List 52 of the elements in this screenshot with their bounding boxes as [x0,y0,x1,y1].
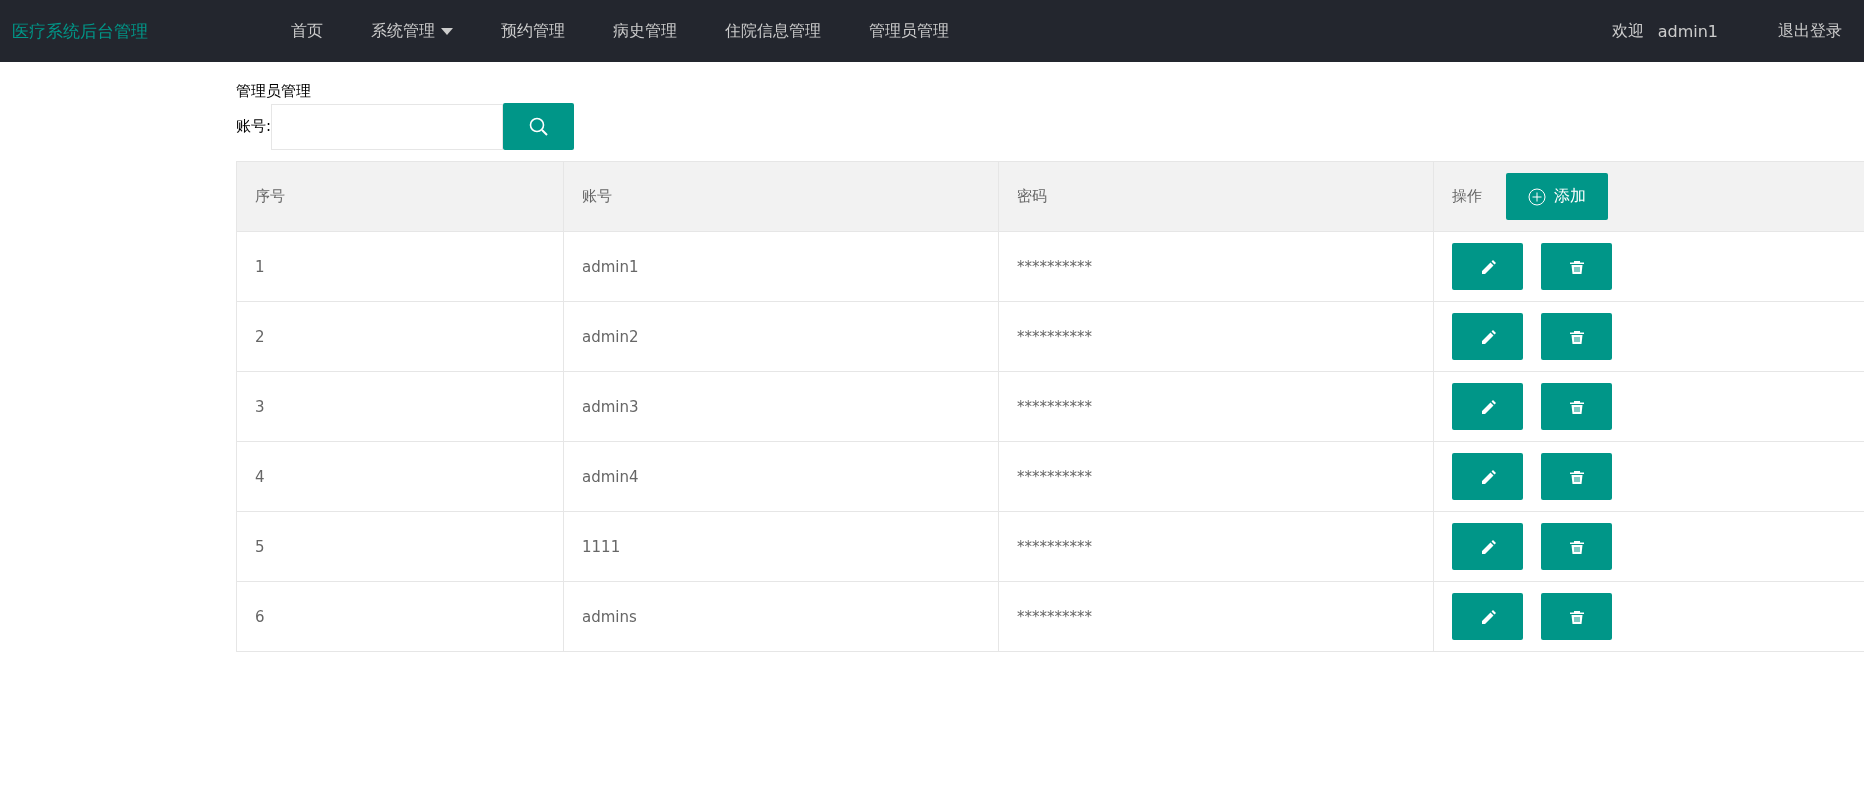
column-header: 序号 [236,161,564,232]
page-title: 管理员管理 [236,82,312,101]
edit-button[interactable] [1452,523,1523,570]
add-button[interactable]: 添加 [1506,173,1608,220]
delete-button[interactable] [1541,593,1612,640]
nav-item[interactable]: 住院信息管理 [701,0,845,62]
table-cell: admin1 [563,231,999,302]
table-cell: 5 [236,511,564,582]
table-cell: ********** [998,301,1434,372]
table-cell: admin3 [563,371,999,442]
search-icon [528,116,549,137]
account-input-field[interactable] [271,103,504,150]
table-cell: ********** [998,231,1434,302]
search-button[interactable] [503,103,575,150]
table-cell: 1111 [563,511,999,582]
delete-button[interactable] [1541,243,1612,290]
table-cell: ********** [998,581,1434,652]
table-cell: ********** [998,441,1434,512]
edit-button[interactable] [1452,453,1523,500]
edit-button[interactable] [1452,593,1523,640]
brand-title: 医疗系统后台管理 [12,19,149,43]
table-cell: admin4 [563,441,999,512]
delete-button[interactable] [1541,453,1612,500]
edit-button[interactable] [1452,383,1523,430]
table-cell: admins [563,581,999,652]
table-cell: admin2 [563,301,999,372]
nav-item[interactable]: 病史管理 [589,0,701,62]
column-header: 操作 [1452,187,1482,206]
plus-circle-icon [1528,187,1546,206]
edit-button[interactable] [1452,243,1523,290]
edit-button[interactable] [1452,313,1523,360]
nav-item[interactable]: 首页 [267,0,347,62]
user-name: admin1 [1657,21,1718,41]
table-cell: 2 [236,301,564,372]
account-label: 账号: [236,117,272,136]
delete-button[interactable] [1541,313,1612,360]
nav-item[interactable]: 预约管理 [477,0,589,62]
table-cell: 1 [236,231,564,302]
column-header: 密码 [998,161,1434,232]
nav-item[interactable]: 系统管理 [347,0,477,62]
table-cell: 6 [236,581,564,652]
delete-button[interactable] [1541,523,1612,570]
table-cell: 3 [236,371,564,442]
nav-item[interactable]: 管理员管理 [845,0,973,62]
table-cell: ********** [998,371,1434,442]
logout-link[interactable]: 退出登录 [1772,19,1852,43]
table-cell: ********** [998,511,1434,582]
welcome-text: 欢迎 [1611,20,1644,42]
table-cell: 4 [236,441,564,512]
delete-button[interactable] [1541,383,1612,430]
column-header: 账号 [563,161,999,232]
caret-icon [441,27,453,35]
